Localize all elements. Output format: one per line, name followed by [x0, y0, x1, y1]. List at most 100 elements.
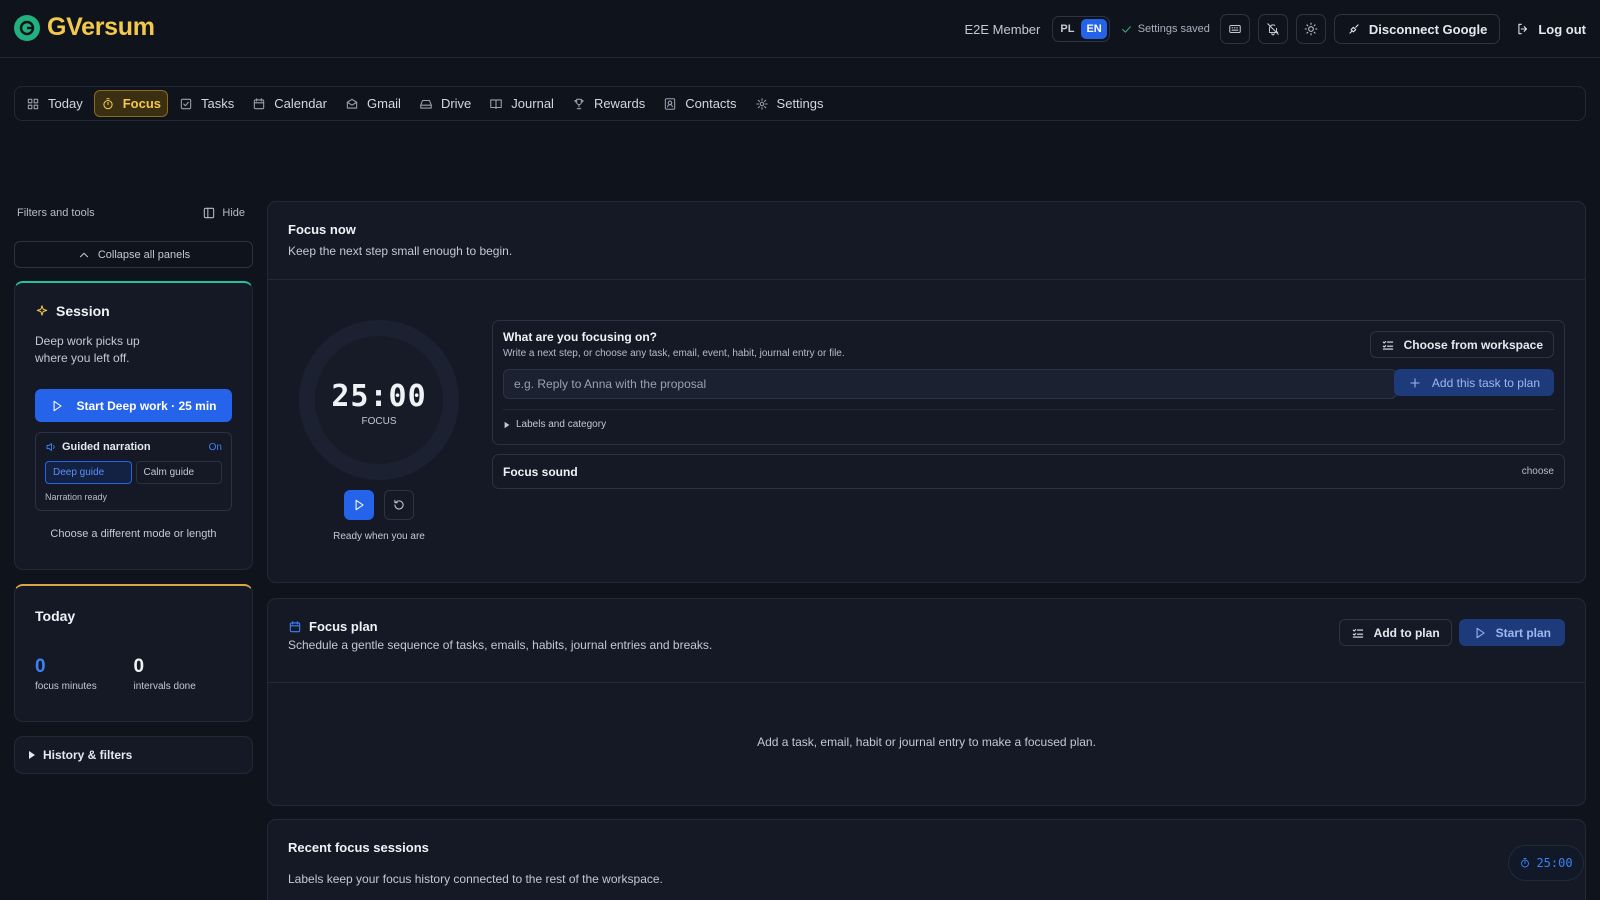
book-icon [490, 98, 503, 109]
session-card: Session Deep work picks up where you lef… [14, 281, 253, 570]
language-switcher: PL EN [1052, 16, 1110, 42]
sidebar-header: Filters and tools Hide [17, 206, 245, 220]
nav-item-contacts[interactable]: Contacts [656, 90, 743, 117]
choose-from-workspace-button[interactable]: Choose from workspace [1369, 331, 1554, 358]
main-nav: Today Focus Tasks Calendar Gmail Drive J… [14, 86, 1586, 121]
play-timer-button[interactable] [344, 490, 374, 520]
focus-plan-empty-state: Add a task, email, habit or journal entr… [757, 735, 1096, 749]
deep-guide-option[interactable]: Deep guide [45, 461, 132, 484]
ready-status: Ready when you are [333, 531, 425, 542]
sidebar-heading: Filters and tools [17, 207, 95, 219]
play-icon [54, 400, 63, 411]
language-en[interactable]: EN [1081, 19, 1107, 39]
nav-item-journal[interactable]: Journal [482, 90, 561, 117]
add-to-plan-label: Add to plan [1373, 625, 1440, 640]
intervals-stat: 0 intervals done [134, 656, 233, 692]
contacts-icon [665, 97, 676, 110]
play-icon [1476, 627, 1485, 638]
sun-icon [1304, 22, 1318, 36]
disconnect-google-button[interactable]: Disconnect Google [1333, 14, 1501, 44]
add-task-label: Add this task to plan [1431, 375, 1540, 390]
top-bar: GVersum E2E Member PL EN Settings saved … [0, 0, 1600, 58]
today-title: Today [35, 608, 76, 624]
plus-icon [1410, 377, 1420, 388]
history-label: History & filters [43, 748, 133, 762]
language-pl[interactable]: PL [1055, 19, 1079, 39]
focus-plan-panel: Focus plan Schedule a gentle sequence of… [267, 598, 1586, 806]
nav-item-label: Gmail [367, 96, 401, 111]
bell-off-icon [1267, 23, 1279, 36]
nav-item-settings[interactable]: Settings [748, 90, 831, 117]
focus-now-title: Focus now [288, 222, 356, 237]
start-plan-button[interactable]: Start plan [1458, 619, 1565, 646]
trophy-icon [574, 98, 584, 109]
add-task-to-plan-button[interactable]: Add this task to plan [1393, 369, 1554, 396]
labels-category-toggle[interactable]: Labels and category [503, 419, 606, 430]
logout-button[interactable]: Log out [1516, 22, 1586, 37]
add-to-plan-button[interactable]: Add to plan [1338, 619, 1452, 646]
focus-minutes-stat: 0 focus minutes [35, 656, 134, 692]
focus-task-input[interactable] [503, 369, 1397, 399]
focus-minutes-value: 0 [35, 656, 46, 677]
caret-right-icon [29, 751, 35, 759]
nav-item-label: Tasks [201, 96, 235, 111]
mail-icon [346, 98, 358, 109]
recent-sessions-panel: Recent focus sessions Labels keep your f… [267, 819, 1586, 900]
narration-toggle[interactable]: On [209, 442, 222, 453]
nav-item-label: Drive [440, 96, 472, 111]
check-icon [1121, 25, 1131, 33]
grid-icon [27, 98, 39, 109]
focus-sound-label: Focus sound [503, 464, 578, 479]
logout-icon [1518, 23, 1528, 35]
reset-timer-button[interactable] [384, 490, 414, 520]
nav-item-tasks[interactable]: Tasks [172, 90, 241, 117]
caret-right-icon [504, 421, 510, 428]
nav-item-label: Focus [122, 96, 161, 111]
nav-item-label: Calendar [274, 96, 327, 111]
theme-toggle-button[interactable] [1295, 14, 1326, 44]
nav-item-today[interactable]: Today [19, 90, 90, 117]
keyboard-button[interactable] [1219, 14, 1250, 44]
start-deep-work-button[interactable]: Start Deep work · 25 min [35, 389, 232, 422]
calm-guide-option[interactable]: Calm guide [135, 461, 222, 484]
nav-item-focus[interactable]: Focus [93, 90, 168, 117]
intervals-value: 0 [133, 656, 145, 677]
focus-target-box: What are you focusing on? Write a next s… [492, 320, 1565, 445]
focus-timer: 25:00 FOCUS [299, 320, 459, 480]
focus-plan-title-label: Focus plan [309, 619, 378, 634]
logo-icon [14, 14, 40, 41]
narration-title: Guided narration [62, 441, 151, 453]
focus-sound-row[interactable]: Focus sound choose [492, 454, 1565, 489]
timer-label: FOCUS [361, 416, 397, 427]
sidebar-icon [204, 207, 215, 219]
gear-icon [755, 97, 768, 110]
intervals-label: intervals done [133, 681, 196, 692]
floating-timer-value: 25:00 [1536, 856, 1573, 870]
nav-item-drive[interactable]: Drive [412, 90, 478, 117]
app-logo[interactable]: GVersum [14, 13, 155, 42]
calendar-icon [289, 620, 301, 632]
nav-item-gmail[interactable]: Gmail [338, 90, 408, 117]
nav-item-rewards[interactable]: Rewards [565, 90, 652, 117]
nav-item-calendar[interactable]: Calendar [245, 90, 334, 117]
narration-status: Narration ready [45, 492, 108, 502]
list-icon [1352, 628, 1363, 638]
focus-sound-choose[interactable]: choose [1522, 466, 1554, 477]
list-icon [1382, 340, 1393, 350]
choose-from-workspace-label: Choose from workspace [1403, 337, 1543, 352]
notifications-button[interactable] [1257, 14, 1288, 44]
hide-sidebar-button[interactable]: Hide [202, 206, 245, 220]
calendar-icon [254, 97, 265, 109]
recent-sessions-subtitle: Labels keep your focus history connected… [288, 872, 663, 886]
keyboard-icon [1229, 24, 1241, 34]
nav-item-label: Contacts [685, 96, 737, 111]
collapse-all-button[interactable]: Collapse all panels [14, 241, 253, 268]
reset-icon [394, 499, 404, 510]
collapse-label: Collapse all panels [97, 248, 191, 261]
settings-saved-label: Settings saved [1137, 23, 1210, 35]
session-title: Session [35, 303, 232, 319]
floating-timer[interactable]: 25:00 [1508, 845, 1584, 881]
focus-now-subtitle: Keep the next step small enough to begin… [288, 244, 513, 258]
history-filters-toggle[interactable]: History & filters [14, 736, 253, 774]
choose-mode-link[interactable]: Choose a different mode or length [35, 528, 232, 540]
